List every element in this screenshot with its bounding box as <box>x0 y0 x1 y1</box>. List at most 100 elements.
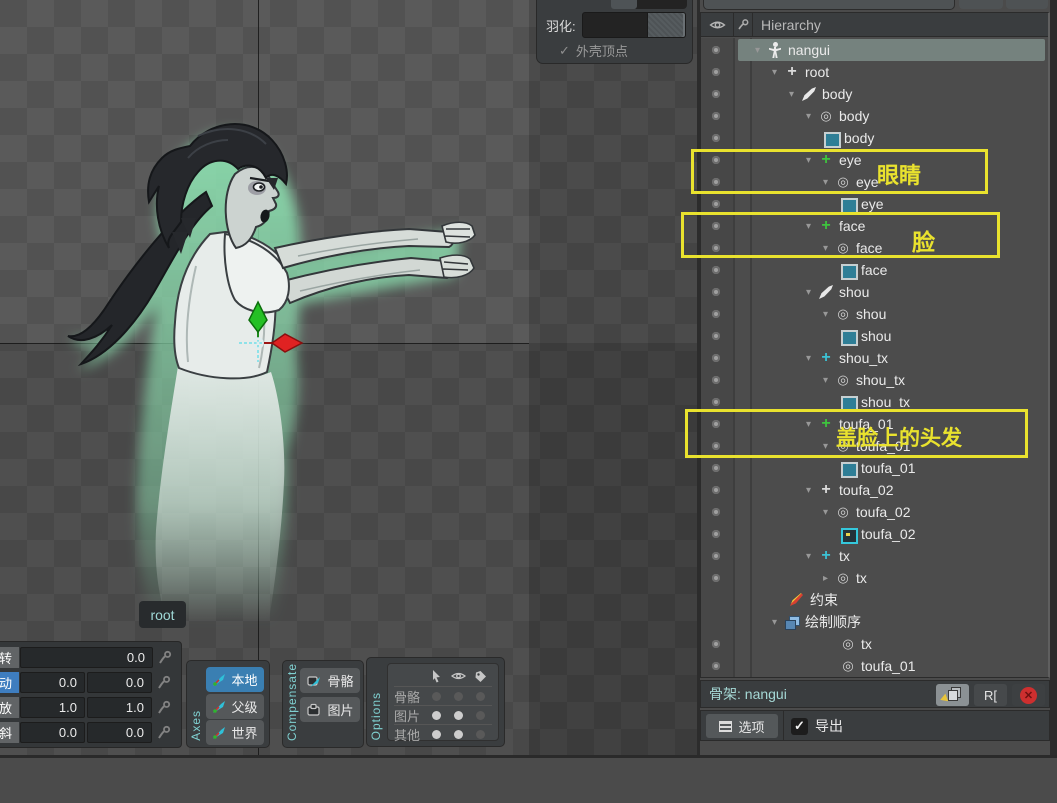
hierarchy-row[interactable]: ▾ + eye <box>701 149 1048 171</box>
expander-icon[interactable]: ▾ <box>789 89 801 100</box>
hierarchy-row[interactable]: ◎ toufa_01 <box>701 655 1048 677</box>
hierarchy-row[interactable]: ▾ ◎ toufa_01 <box>701 435 1048 457</box>
others-select-toggle[interactable] <box>432 730 441 739</box>
visibility-dot[interactable] <box>712 222 720 230</box>
hierarchy-row[interactable]: ▾ + root <box>701 61 1048 83</box>
hierarchy-row[interactable]: toufa_02 <box>701 523 1048 545</box>
partial-button-2[interactable] <box>1006 0 1048 9</box>
hierarchy-row[interactable]: ▸ ◎ tx <box>701 567 1048 589</box>
rename-skeleton-button[interactable]: R[ <box>974 684 1007 706</box>
transform-gizmo[interactable] <box>226 298 316 373</box>
scale-x-field[interactable]: 1.0 <box>20 697 85 718</box>
visibility-dot[interactable] <box>712 244 720 252</box>
visibility-dot[interactable] <box>712 552 720 560</box>
hierarchy-row[interactable]: ▾ nangui <box>701 39 1048 61</box>
keyframe-icon[interactable] <box>152 674 174 691</box>
images-visible-toggle[interactable] <box>454 711 463 720</box>
expander-icon[interactable]: ▸ <box>823 573 835 584</box>
expander-icon[interactable]: ▾ <box>806 353 818 364</box>
visibility-dot[interactable] <box>712 354 720 362</box>
visibility-dot[interactable] <box>712 156 720 164</box>
images-label-toggle[interactable] <box>476 711 485 720</box>
images-select-toggle[interactable] <box>432 711 441 720</box>
compensate-images-button[interactable]: 图片 <box>300 697 360 722</box>
others-label-toggle[interactable] <box>476 730 485 739</box>
delete-skeleton-button[interactable]: ✕ <box>1012 684 1045 706</box>
keyframe-icon[interactable] <box>153 649 175 666</box>
hierarchy-row[interactable]: ▾ 绘制顺序 <box>701 611 1048 633</box>
expander-icon[interactable]: ▾ <box>823 243 835 254</box>
feather-slider-handle[interactable] <box>648 12 686 38</box>
expander-icon[interactable]: ▾ <box>823 177 835 188</box>
hierarchy-row[interactable]: toufa_01 <box>701 457 1048 479</box>
expander-icon[interactable]: ▾ <box>772 617 784 628</box>
expander-icon[interactable]: ▾ <box>772 67 784 78</box>
keyframe-icon[interactable] <box>152 699 174 716</box>
duplicate-skeleton-button[interactable] <box>936 684 969 706</box>
axes-local-button[interactable]: 本地 <box>206 667 264 692</box>
hierarchy-row[interactable]: ▾ + tx <box>701 545 1048 567</box>
visibility-dot[interactable] <box>712 178 720 186</box>
visibility-dot[interactable] <box>712 266 720 274</box>
partial-slider[interactable] <box>611 0 687 9</box>
others-visible-toggle[interactable] <box>454 730 463 739</box>
visibility-dot[interactable] <box>712 46 720 54</box>
hierarchy-row[interactable]: ◎ tx <box>701 633 1048 655</box>
expander-icon[interactable]: ▾ <box>755 45 767 56</box>
rotate-value-field[interactable]: 0.0 <box>20 647 153 668</box>
bones-select-toggle[interactable] <box>432 692 441 701</box>
translate-x-field[interactable]: 0.0 <box>20 672 85 693</box>
visibility-dot[interactable] <box>712 398 720 406</box>
hierarchy-row[interactable]: ▾ body <box>701 83 1048 105</box>
visibility-dot[interactable] <box>712 376 720 384</box>
shear-x-field[interactable]: 0.0 <box>20 722 85 743</box>
hierarchy-row[interactable]: shou <box>701 325 1048 347</box>
visibility-dot[interactable] <box>712 420 720 428</box>
feather-value-field[interactable] <box>582 12 648 38</box>
visibility-dot[interactable] <box>712 662 720 670</box>
hierarchy-row[interactable]: ▾ + shou_tx <box>701 347 1048 369</box>
visibility-dot[interactable] <box>712 310 720 318</box>
visibility-dot[interactable] <box>712 332 720 340</box>
expander-icon[interactable]: ▾ <box>806 485 818 496</box>
bones-visible-toggle[interactable] <box>454 692 463 701</box>
visibility-dot[interactable] <box>712 134 720 142</box>
visibility-column-eye-icon[interactable] <box>701 19 733 31</box>
hierarchy-row[interactable]: ▾ ◎ shou <box>701 303 1048 325</box>
visibility-dot[interactable] <box>712 90 720 98</box>
bones-label-toggle[interactable] <box>476 692 485 701</box>
hierarchy-row[interactable]: ▾ + toufa_01 <box>701 413 1048 435</box>
visibility-dot[interactable] <box>712 112 720 120</box>
expander-icon[interactable]: ▾ <box>823 309 835 320</box>
expander-icon[interactable]: ▾ <box>806 419 818 430</box>
partial-search-input[interactable] <box>703 0 955 10</box>
visibility-dot[interactable] <box>712 574 720 582</box>
visibility-dot[interactable] <box>712 68 720 76</box>
scale-y-field[interactable]: 1.0 <box>87 697 152 718</box>
visibility-dot[interactable] <box>712 640 720 648</box>
hierarchy-row[interactable]: eye <box>701 193 1048 215</box>
hierarchy-row[interactable]: ▾ ◎ toufa_02 <box>701 501 1048 523</box>
hierarchy-row[interactable]: ▾ + face <box>701 215 1048 237</box>
shell-vertices-checkbox[interactable]: ✓ 外壳顶点 <box>559 41 628 60</box>
visibility-dot[interactable] <box>712 530 720 538</box>
expander-icon[interactable]: ▾ <box>806 111 818 122</box>
visibility-dot[interactable] <box>712 288 720 296</box>
keyframe-icon[interactable] <box>152 724 174 741</box>
expander-icon[interactable]: ▾ <box>806 221 818 232</box>
hierarchy-row[interactable]: body <box>701 127 1048 149</box>
export-checkbox[interactable]: ✓ 导出 <box>791 716 843 736</box>
hierarchy-row[interactable]: 约束 <box>701 589 1048 611</box>
hierarchy-row[interactable]: ▾ ◎ shou_tx <box>701 369 1048 391</box>
expander-icon[interactable]: ▾ <box>806 551 818 562</box>
expander-icon[interactable]: ▾ <box>823 375 835 386</box>
axes-world-button[interactable]: 世界 <box>206 720 264 745</box>
hierarchy-row[interactable]: ▾ + toufa_02 <box>701 479 1048 501</box>
visibility-dot[interactable] <box>712 508 720 516</box>
hierarchy-row[interactable]: ▾ ◎ face <box>701 237 1048 259</box>
visibility-dot[interactable] <box>712 442 720 450</box>
shear-y-field[interactable]: 0.0 <box>87 722 152 743</box>
hierarchy-row[interactable]: ▾ shou <box>701 281 1048 303</box>
visibility-dot[interactable] <box>712 464 720 472</box>
hierarchy-row[interactable]: shou_tx <box>701 391 1048 413</box>
